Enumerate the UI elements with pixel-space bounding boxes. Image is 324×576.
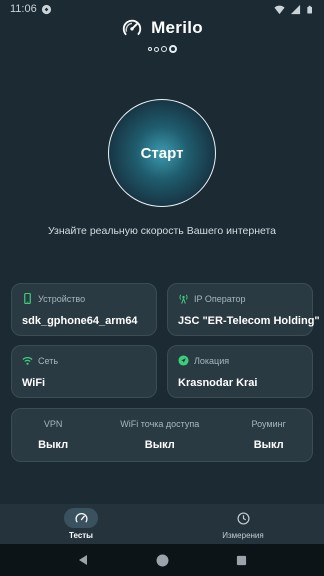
nav-label-measurements: Измерения bbox=[222, 531, 264, 540]
home-icon[interactable] bbox=[156, 554, 169, 567]
system-navigation-bar bbox=[0, 544, 324, 576]
app-header: Merilo bbox=[0, 14, 324, 42]
feature-label: WiFi точка доступа bbox=[120, 419, 200, 429]
gauge-icon bbox=[74, 512, 88, 523]
feature-roaming: Роуминг Выкл bbox=[251, 419, 285, 451]
recents-icon[interactable] bbox=[236, 555, 247, 566]
sync-icon bbox=[41, 4, 51, 14]
feature-value: Выкл bbox=[144, 439, 175, 451]
feature-value: Выкл bbox=[38, 439, 69, 451]
start-button-label: Старт bbox=[140, 144, 184, 162]
nav-indicator bbox=[226, 508, 260, 528]
feature-label: Роуминг bbox=[251, 419, 286, 429]
nav-label-tests: Тесты bbox=[68, 531, 94, 540]
wifi-icon bbox=[22, 357, 33, 365]
feature-label: VPN bbox=[43, 419, 63, 429]
operator-value: JSC "ER-Telecom Holding" bbox=[178, 315, 320, 327]
operator-label: IP Оператор bbox=[194, 293, 246, 304]
network-card: Сеть WiFi bbox=[11, 345, 157, 398]
location-card: Локация Krasnodar Krai bbox=[167, 345, 313, 398]
subtitle-text: Узнайте реальную скорость Вашего интерне… bbox=[47, 225, 277, 237]
feature-value: Выкл bbox=[253, 439, 284, 451]
app-title: Merilo bbox=[151, 18, 203, 37]
feature-hotspot: WiFi точка доступа Выкл bbox=[120, 419, 199, 451]
page-dot[interactable] bbox=[147, 47, 152, 51]
wifi-icon bbox=[274, 5, 285, 14]
device-card: Устройство sdk_gphone64_arm64 bbox=[11, 283, 157, 336]
page-indicator[interactable] bbox=[0, 45, 324, 53]
antenna-icon bbox=[179, 294, 188, 304]
connection-features-card: VPN Выкл WiFi точка доступа Выкл Роуминг… bbox=[11, 408, 313, 462]
bottom-navigation: Тесты Измерения bbox=[0, 504, 324, 544]
operator-card: IP Оператор JSC "ER-Telecom Holding" bbox=[167, 283, 320, 336]
page-dot[interactable] bbox=[153, 46, 159, 52]
clock-icon bbox=[236, 511, 250, 525]
phone-icon bbox=[24, 293, 31, 304]
page-dot[interactable] bbox=[160, 46, 167, 52]
back-icon[interactable] bbox=[77, 554, 89, 566]
start-button[interactable]: Старт bbox=[108, 99, 216, 207]
device-label: Устройство bbox=[38, 293, 86, 304]
signal-icon bbox=[290, 4, 301, 14]
nav-item-tests[interactable]: Тесты bbox=[21, 508, 141, 540]
battery-icon bbox=[307, 5, 312, 13]
location-value: Krasnodar Krai bbox=[178, 377, 258, 389]
nav-indicator bbox=[64, 508, 98, 528]
speedometer-icon bbox=[122, 19, 142, 39]
device-value: sdk_gphone64_arm64 bbox=[22, 315, 138, 327]
location-arrow-icon bbox=[178, 355, 189, 366]
feature-vpn: VPN Выкл bbox=[38, 419, 68, 451]
page-dot-active[interactable] bbox=[168, 45, 177, 53]
nav-item-measurements[interactable]: Измерения bbox=[183, 508, 303, 540]
network-value: WiFi bbox=[22, 377, 46, 389]
location-label: Локация bbox=[194, 355, 230, 366]
network-label: Сеть bbox=[38, 355, 59, 366]
